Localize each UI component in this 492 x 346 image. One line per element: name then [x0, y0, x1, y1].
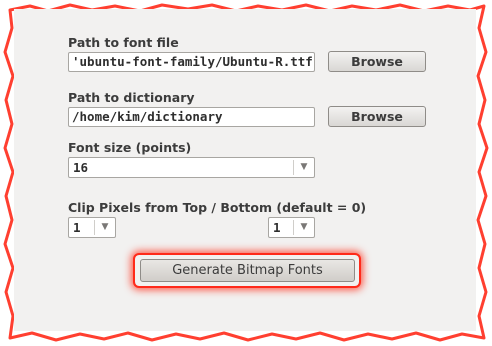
chevron-down-icon: ▼ — [300, 222, 308, 232]
clip-bottom-select[interactable]: 1 ▼ — [268, 217, 315, 238]
chevron-down-icon: ▼ — [300, 162, 308, 172]
browse-dictionary-button[interactable]: Browse — [328, 106, 426, 127]
font-size-select[interactable]: 16 ▼ — [68, 157, 315, 178]
combo-separator — [293, 160, 294, 175]
font-size-label: Font size (points) — [68, 140, 192, 155]
clip-pixels-label: Clip Pixels from Top / Bottom (default =… — [68, 200, 367, 215]
font-path-input[interactable]: 'ubuntu-font-family/Ubuntu-R.ttf — [68, 52, 315, 72]
clip-top-value: 1 — [73, 220, 81, 235]
dictionary-path-label: Path to dictionary — [68, 90, 195, 105]
font-path-label: Path to font file — [68, 35, 179, 50]
clip-top-select[interactable]: 1 ▼ — [68, 217, 116, 238]
browse-font-button[interactable]: Browse — [328, 51, 426, 72]
dictionary-path-input[interactable]: /home/kim/dictionary — [68, 107, 315, 127]
clip-bottom-value: 1 — [273, 220, 281, 235]
chevron-down-icon: ▼ — [101, 222, 109, 232]
combo-separator — [293, 220, 294, 235]
generate-bitmap-fonts-button[interactable]: Generate Bitmap Fonts — [140, 259, 355, 282]
combo-separator — [94, 220, 95, 235]
font-size-value: 16 — [73, 160, 89, 175]
